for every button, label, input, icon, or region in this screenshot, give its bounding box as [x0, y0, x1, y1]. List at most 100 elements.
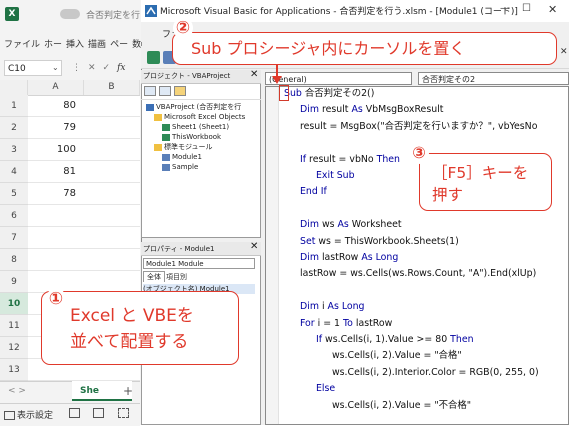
code-line[interactable]: Dim i As Long	[300, 299, 365, 315]
module-icon	[162, 153, 170, 161]
code-line[interactable]: Dim ws As Worksheet	[300, 217, 402, 233]
code-line[interactable]: Set ws = ThisWorkbook.Sheets(1)	[300, 234, 459, 250]
project-tree-label: Microsoft Excel Objects	[164, 113, 246, 121]
code-text: ws.Cells(i, 2).Interior.Color = RGB(0, 2…	[332, 366, 539, 378]
ribbon-tab[interactable]: ファイル	[4, 37, 40, 50]
code-keyword: Dim	[300, 252, 319, 263]
project-tree-item[interactable]: ThisWorkbook	[162, 133, 221, 142]
maximize-button[interactable]: ☐	[522, 3, 531, 14]
ribbon-tab[interactable]: ペー	[110, 37, 128, 50]
project-tree-item[interactable]: 標準モジュール	[154, 143, 213, 152]
toggle-folders-icon[interactable]	[174, 86, 186, 96]
code-text: lastRow	[352, 317, 393, 329]
autosave-toggle[interactable]	[60, 9, 80, 19]
cell-a[interactable]	[28, 205, 78, 227]
row-header[interactable]: 13	[0, 359, 28, 381]
row-header[interactable]: 1	[0, 95, 28, 117]
enter-icon[interactable]: ✓	[103, 63, 111, 73]
row-header[interactable]: 12	[0, 337, 28, 359]
vba-app-icon	[145, 5, 157, 17]
page-layout-view-icon[interactable]	[93, 408, 104, 418]
tab-alphabetic[interactable]: 全体	[143, 271, 165, 282]
row-header[interactable]: 2	[0, 117, 28, 139]
code-line[interactable]: If ws.Cells(i, 1).Value >= 80 Then	[316, 332, 474, 348]
code-close-button[interactable]: ✕	[560, 47, 568, 57]
code-line[interactable]: lastRow = ws.Cells(ws.Rows.Count, "A").E…	[300, 266, 536, 282]
cell-a[interactable]: 81	[28, 161, 78, 183]
more-icon[interactable]: ⋮	[72, 63, 81, 73]
module-icon	[146, 103, 154, 111]
project-explorer-close-button[interactable]: ✕	[250, 69, 258, 80]
cell-a[interactable]	[28, 227, 78, 249]
ribbon-tab[interactable]: ホー	[44, 37, 62, 50]
code-keyword: Then	[376, 153, 401, 165]
view-excel-icon[interactable]	[147, 51, 160, 64]
code-line[interactable]: Exit Sub	[316, 168, 355, 184]
column-header-b[interactable]: B	[84, 80, 140, 95]
code-gutter[interactable]	[266, 87, 279, 424]
cell-a[interactable]: 78	[28, 183, 78, 205]
close-button[interactable]: ✕	[548, 3, 557, 16]
select-all-corner[interactable]	[0, 80, 28, 95]
project-tree-item[interactable]: Sheet1 (Sheet1)	[162, 123, 229, 132]
view-code-icon[interactable]	[144, 86, 156, 96]
code-keyword: Dim	[300, 104, 319, 116]
module-icon	[162, 133, 170, 141]
row-header[interactable]: 9	[0, 271, 28, 293]
code-keyword: As	[351, 104, 363, 116]
row-header[interactable]: 8	[0, 249, 28, 271]
cell-a[interactable]: 79	[28, 117, 78, 139]
code-text: ws	[318, 219, 338, 231]
code-line[interactable]: Dim lastRow As Long	[300, 250, 398, 266]
project-tree-label: Sheet1 (Sheet1)	[172, 123, 230, 131]
code-line[interactable]: ws.Cells(i, 2).Value = "不合格"	[332, 398, 471, 414]
normal-view-icon[interactable]	[69, 408, 80, 418]
properties-close-button[interactable]: ✕	[250, 241, 258, 252]
row-header[interactable]: 7	[0, 227, 28, 249]
cell-a[interactable]	[28, 249, 78, 271]
procedure-combo[interactable]: 合否判定その2	[418, 72, 569, 85]
sheet-nav-arrows[interactable]: < >	[8, 386, 26, 396]
project-explorer-title: プロジェクト - VBAProject	[143, 72, 231, 80]
ribbon-tab[interactable]: 挿入	[66, 37, 84, 50]
code-text: i = 1	[314, 317, 344, 329]
code-line[interactable]: If result = vbNo Then	[300, 152, 400, 168]
row-header[interactable]: 11	[0, 315, 28, 337]
page-break-view-icon[interactable]	[118, 408, 129, 418]
project-tree-item[interactable]: Module1	[162, 153, 202, 162]
column-header-a[interactable]: A	[28, 80, 84, 95]
row-header[interactable]: 5	[0, 183, 28, 205]
code-text: 合否判定その2()	[301, 88, 375, 99]
code-line[interactable]: ws.Cells(i, 2).Interior.Color = RGB(0, 2…	[332, 365, 539, 381]
project-tree-item[interactable]: Sample	[162, 163, 198, 172]
code-line[interactable]: Sub 合否判定その2()	[284, 86, 374, 102]
code-line[interactable]: Dim result As VbMsgBoxResult	[300, 102, 443, 118]
cell-a[interactable]: 100	[28, 139, 78, 161]
row-header[interactable]: 3	[0, 139, 28, 161]
display-settings-icon	[4, 411, 15, 420]
cancel-icon[interactable]: ✕	[88, 63, 96, 73]
cell-a[interactable]: 80	[28, 95, 78, 117]
add-sheet-button[interactable]: +	[123, 384, 133, 398]
code-line[interactable]: result = MsgBox("合否判定を行いますか？", vbYesNo	[300, 119, 537, 135]
ribbon-tab[interactable]: 描画	[88, 37, 106, 50]
properties-object-select[interactable]: Module1 Module	[143, 258, 255, 269]
callout-arrange-step: Excel と VBEを 並べて配置する	[41, 291, 239, 365]
tab-categorized[interactable]: 項目別	[166, 272, 187, 282]
minimize-button[interactable]: —	[500, 3, 510, 14]
code-line[interactable]: End If	[300, 184, 327, 200]
row-header[interactable]: 4	[0, 161, 28, 183]
display-settings-button[interactable]: 表示設定	[4, 408, 53, 421]
view-object-icon[interactable]	[159, 86, 171, 96]
code-line[interactable]: For i = 1 To lastRow	[300, 316, 392, 332]
project-tree-item[interactable]: Microsoft Excel Objects	[154, 113, 245, 122]
row-header[interactable]: 10	[0, 293, 28, 315]
callout-cursor-text: Sub プロシージャ内にカーソルを置く	[191, 39, 466, 58]
insert-function-icon[interactable]: fx	[117, 63, 125, 73]
code-text: VbMsgBoxResult	[362, 104, 444, 116]
row-header[interactable]: 6	[0, 205, 28, 227]
code-line[interactable]: ws.Cells(i, 2).Value = "合格"	[332, 348, 462, 364]
code-line[interactable]: Else	[316, 381, 335, 397]
chevron-down-icon[interactable]: ⌄	[52, 60, 59, 76]
project-tree-item[interactable]: VBAProject (合否判定を行	[146, 103, 241, 112]
